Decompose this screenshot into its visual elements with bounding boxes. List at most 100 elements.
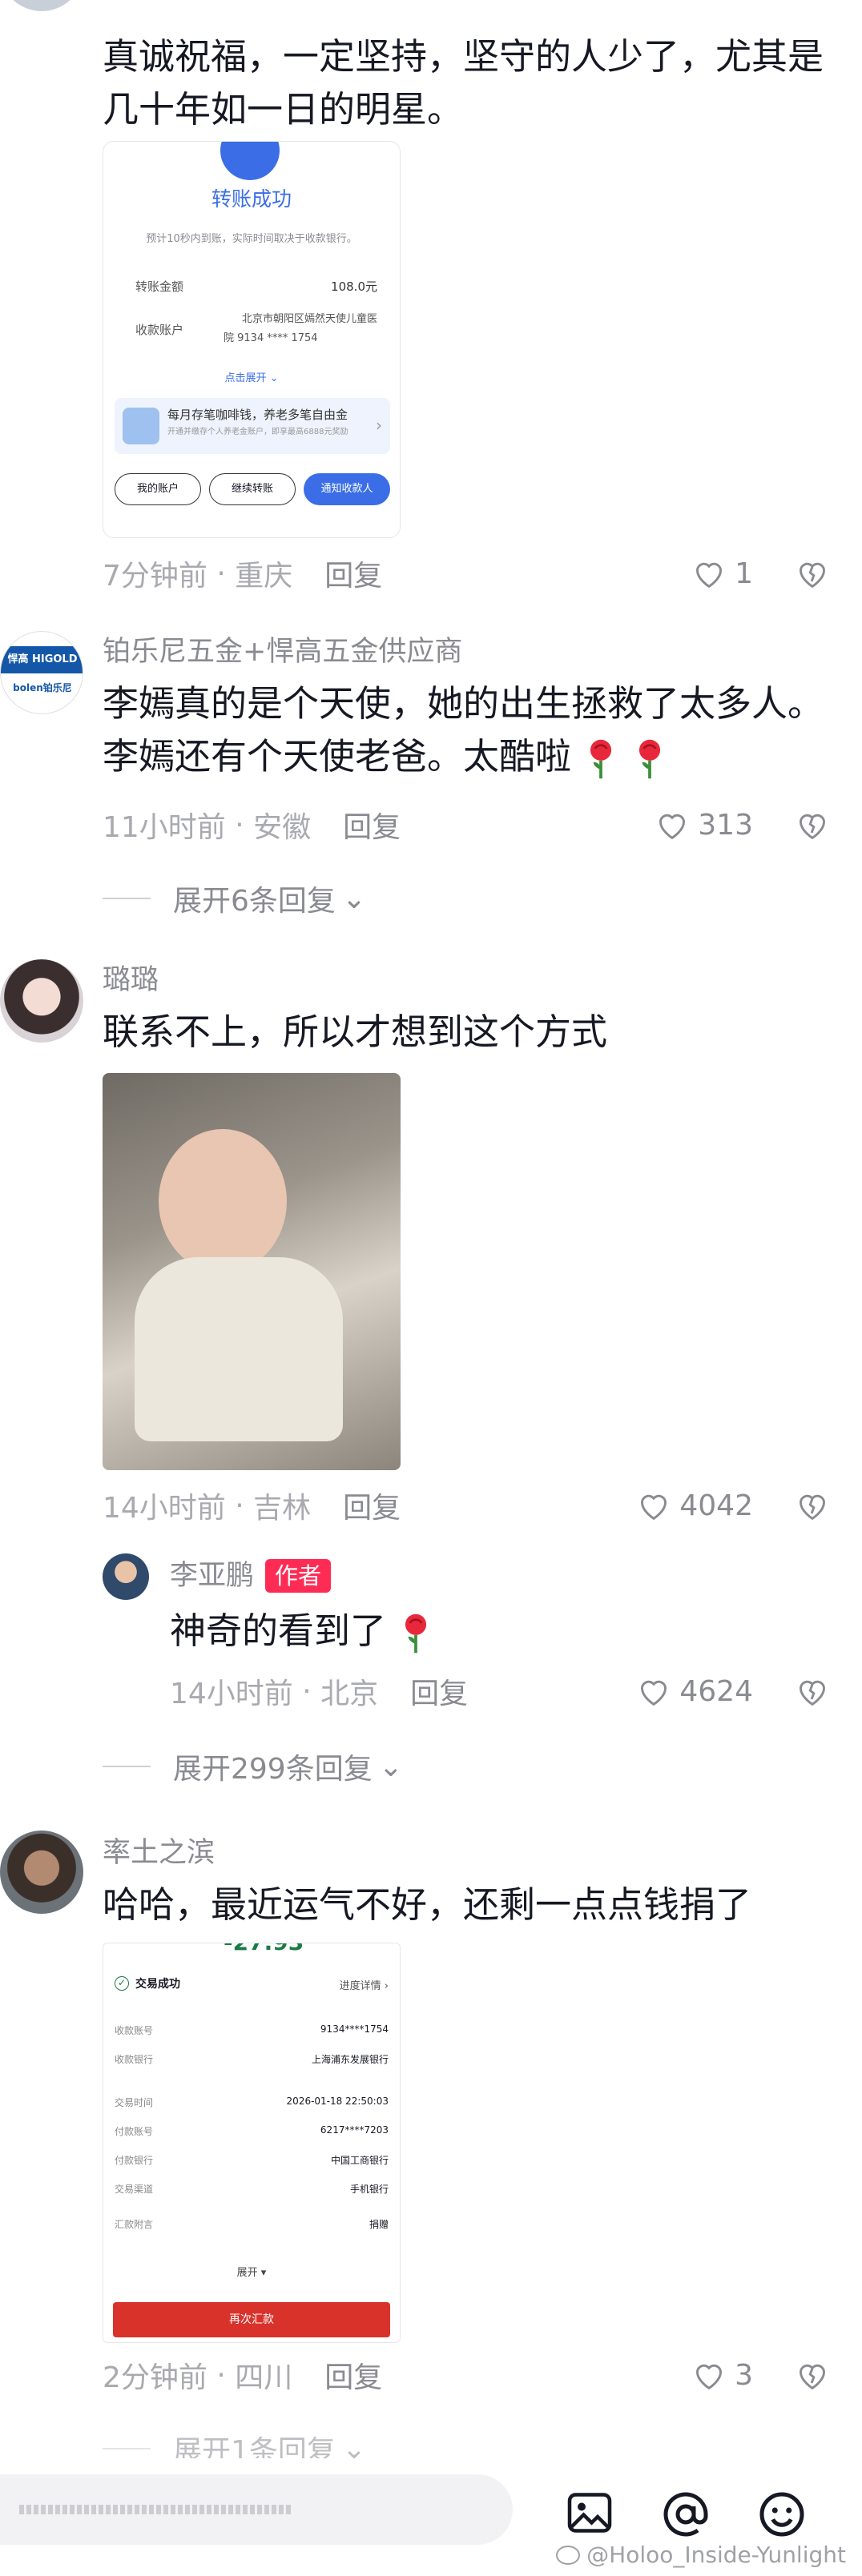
broken-heart-icon[interactable] xyxy=(795,2359,830,2391)
continue-transfer-button[interactable]: 继续转账 xyxy=(209,473,296,505)
reply-button[interactable]: 回复 xyxy=(324,2354,382,2396)
like-count: 4042 xyxy=(679,1489,753,1522)
receipt-expand[interactable]: 展开 ▾ xyxy=(103,2264,400,2279)
rose-emoji-icon xyxy=(638,739,660,779)
promo-sub: 开通并缴存个人养老金账户，即享最高6888元奖励 xyxy=(167,428,348,436)
account-value-1: 北京市朝阳区嫣然天使儿童医 xyxy=(241,313,377,325)
comment-input-bar: @Holoo_Inside-Yunlight xyxy=(0,2458,862,2576)
like-count: 3 xyxy=(735,2358,753,2392)
reply-text: 神奇的看到了 xyxy=(170,1605,434,1658)
receipt-row: 汇款附言 捐赠 xyxy=(115,2219,389,2230)
avatar[interactable] xyxy=(0,1831,83,1914)
reply-button[interactable]: 回复 xyxy=(343,804,401,846)
reply-button[interactable]: 回复 xyxy=(324,553,382,594)
rose-emoji-icon xyxy=(405,1614,427,1654)
like-button[interactable]: 4624 xyxy=(636,1675,753,1708)
success-icon xyxy=(220,142,280,180)
chevron-down-icon: ⌄ xyxy=(341,882,367,915)
like-count: 1 xyxy=(735,557,753,590)
weibo-watermark: @Holoo_Inside-Yunlight xyxy=(556,2542,846,2568)
like-button[interactable]: 4042 xyxy=(636,1489,753,1522)
receipt-row: 交易时间 2026-01-18 22:50:03 xyxy=(115,2096,389,2108)
photo-clothes xyxy=(135,1257,343,1441)
author-reply: 李亚鹏 作者 神奇的看到了 14小时前 · 北京 回复 4624 xyxy=(103,1553,830,1746)
timestamp: 2分钟前 xyxy=(103,2361,207,2394)
location: 吉林 xyxy=(253,1492,312,1525)
amount-label: 转账金额 xyxy=(135,279,184,294)
avatar-logo-bottom: bolen铂乐尼 xyxy=(13,682,72,693)
avatar[interactable] xyxy=(0,959,83,1043)
comment-input[interactable] xyxy=(0,2474,513,2545)
location: 北京 xyxy=(320,1678,379,1710)
promo-banner[interactable]: 每月存笔咖啡钱，养老多笔自由金 开通并缴存个人养老金账户，即享最高6888元奖励… xyxy=(115,398,390,454)
reply-button[interactable]: 回复 xyxy=(343,1485,401,1526)
broken-heart-icon[interactable] xyxy=(795,809,830,841)
account-label: 收款账户 xyxy=(135,323,184,337)
broken-heart-icon[interactable] xyxy=(795,1675,830,1707)
timestamp: 7分钟前 xyxy=(103,560,207,593)
comment-text: 哈哈，最近运气不好，还剩一点点钱捐了 xyxy=(103,1883,752,1926)
reply-meta: 14小时前 · 北京 回复 4624 xyxy=(170,1667,830,1715)
avatar-logo-top: 悍高 HIGOLD xyxy=(1,646,83,673)
comment-meta: 14小时前 · 吉林 回复 4042 xyxy=(103,1481,830,1529)
promo-icon xyxy=(123,408,159,444)
divider-line xyxy=(103,898,151,899)
username[interactable]: 率土之滨 xyxy=(103,1834,830,1872)
receipt-row: 付款账号 6217****7203 xyxy=(115,2124,389,2137)
comment-text: 真诚祝福，一定坚持，坚守的人少了，尤其是几十年如一日的明星。 xyxy=(103,35,824,131)
divider-line xyxy=(103,2448,151,2449)
rose-emoji-icon xyxy=(590,739,612,779)
broken-heart-icon[interactable] xyxy=(795,557,830,589)
check-circle-icon: ✓ xyxy=(115,1976,129,1991)
amount-value: 108.0元 xyxy=(331,279,377,294)
receipt-screenshot[interactable]: -27.93 ✓ 交易成功 进度详情 › 收款账号9134****1754 收款… xyxy=(103,1943,401,2343)
avatar[interactable] xyxy=(0,0,83,11)
reply-button[interactable]: 回复 xyxy=(410,1670,468,1712)
repeat-transfer-button[interactable]: 再次汇款 xyxy=(113,2302,390,2337)
heart-icon xyxy=(696,2364,723,2390)
expand-link[interactable]: 点击展开 ⌄ xyxy=(103,369,400,384)
progress-detail-link[interactable]: 进度详情 › xyxy=(340,1977,389,1992)
like-button[interactable]: 313 xyxy=(655,809,753,842)
username[interactable]: 璐璐 xyxy=(103,961,830,999)
comment-meta: 11小时前 · 安徽 回复 313 xyxy=(103,801,830,849)
avatar[interactable]: 悍高 HIGOLD bolen铂乐尼 xyxy=(0,631,83,714)
expand-replies-button[interactable]: 展开299条回复 ⌄ xyxy=(103,1742,403,1790)
comment-meta: 7分钟前 · 重庆 回复 1 xyxy=(103,549,830,597)
divider-line xyxy=(103,1766,151,1767)
transfer-title: 转账成功 xyxy=(211,187,292,211)
transfer-screenshot[interactable]: 转账成功 预计10秒内到账，实际时间取决于收款银行。 转账金额 108.0元 收… xyxy=(103,141,401,538)
heart-icon xyxy=(696,562,723,589)
input-placeholder-lines xyxy=(19,2505,292,2514)
like-button[interactable]: 3 xyxy=(691,2359,753,2392)
like-count: 4624 xyxy=(679,1674,753,1708)
emoji-icon[interactable] xyxy=(758,2490,806,2538)
chevron-right-icon: › xyxy=(376,416,382,435)
my-account-button[interactable]: 我的账户 xyxy=(115,473,201,505)
author-badge: 作者 xyxy=(265,1559,332,1593)
timestamp: 14小时前 xyxy=(103,1492,226,1525)
timestamp: 11小时前 xyxy=(103,811,226,844)
receipt-row: 付款银行 中国工商银行 xyxy=(115,2155,389,2166)
receipt-status: ✓ 交易成功 xyxy=(115,1975,180,1991)
like-count: 313 xyxy=(698,808,753,842)
weibo-logo-icon xyxy=(556,2545,581,2565)
baby-photo[interactable] xyxy=(103,1073,401,1470)
username[interactable]: 铂乐尼五金+悍高五金供应商 xyxy=(103,633,830,671)
comment-text: 李嫣真的是个天使，她的出生拯救了太多人。李嫣还有个天使老爸。太酷啦 xyxy=(103,677,830,783)
image-icon[interactable] xyxy=(566,2490,614,2535)
heart-icon xyxy=(641,1494,667,1521)
like-button[interactable]: 1 xyxy=(691,557,753,590)
broken-heart-icon[interactable] xyxy=(795,1489,830,1521)
notify-payee-button[interactable]: 通知收款人 xyxy=(304,473,390,505)
photo-figure xyxy=(159,1129,287,1273)
expand-replies-button[interactable]: 展开6条回复 ⌄ xyxy=(103,874,366,922)
mention-icon[interactable] xyxy=(662,2490,710,2538)
avatar[interactable] xyxy=(103,1553,149,1600)
chevron-down-icon: ⌄ xyxy=(378,1750,403,1783)
receipt-row: 收款账号 9134****1754 xyxy=(115,2023,389,2036)
username[interactable]: 李亚鹏 xyxy=(170,1557,254,1595)
location: 四川 xyxy=(235,2361,293,2394)
transfer-note: 预计10秒内到账，实际时间取决于收款银行。 xyxy=(146,233,357,245)
heart-icon xyxy=(641,1680,667,1706)
